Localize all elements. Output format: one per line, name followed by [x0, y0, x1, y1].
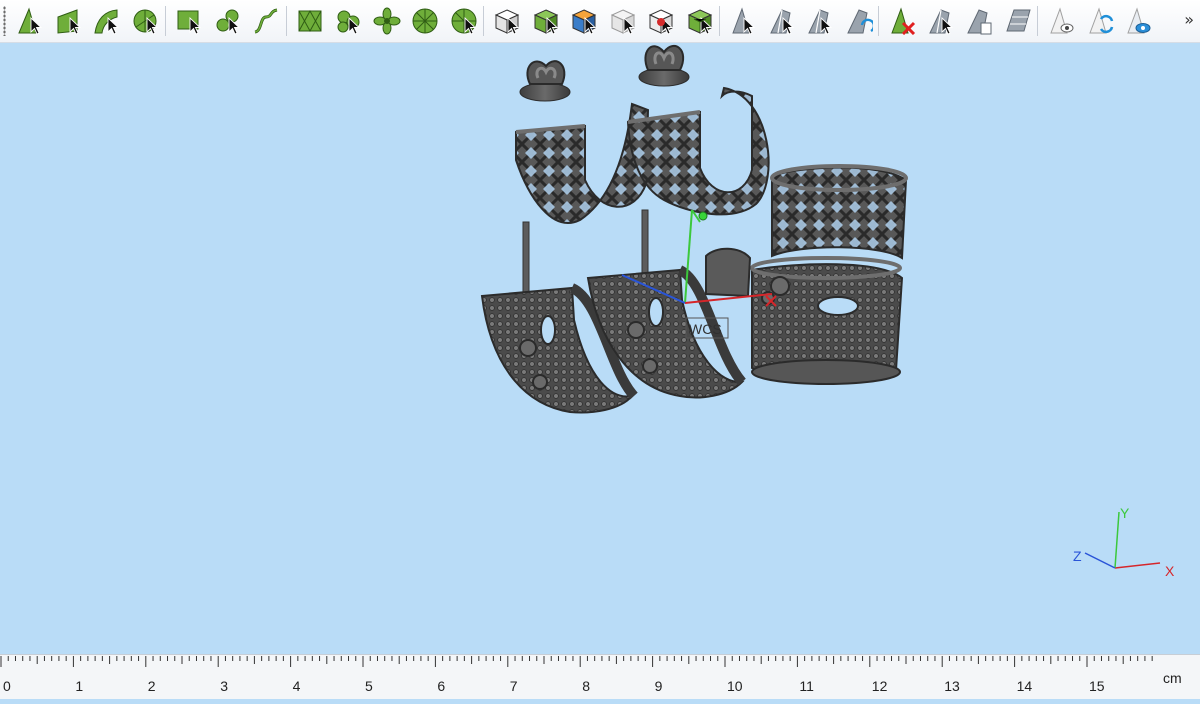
- earring-heart-right[interactable]: [638, 45, 690, 87]
- arrow-gray-icon: [732, 7, 756, 35]
- wheel-segments-button[interactable]: [409, 4, 441, 38]
- triad-y-label: Y: [1120, 505, 1130, 521]
- toolbar-separator: [483, 6, 484, 36]
- wcs-label: WCS: [689, 321, 722, 337]
- triangles-wireframe-button[interactable]: [294, 4, 326, 38]
- triangles-wireframe-icon: [298, 9, 321, 33]
- select-rectangle-button[interactable]: [173, 4, 205, 38]
- ruler-label: 6: [437, 678, 445, 694]
- wheel-half-button[interactable]: [448, 4, 480, 38]
- eye-blue-icon: [1127, 7, 1151, 34]
- measurement-ruler: 0 1 2 3 4 5 6 7 8 9 10 11 12 13 14 15 cm: [0, 654, 1200, 699]
- arrow-gray-button[interactable]: [727, 4, 759, 38]
- ruler-label: 11: [799, 678, 814, 694]
- ruler-label: 4: [293, 678, 301, 694]
- select-sketch-button[interactable]: [250, 4, 282, 38]
- axis-triad: X Y Z: [1073, 505, 1175, 579]
- eye-white-button[interactable]: [1045, 4, 1077, 38]
- ruler-label: 10: [727, 678, 743, 694]
- cube-outline-icon: [610, 9, 635, 35]
- cube-grid-icon: [687, 9, 712, 35]
- ruler-label: 2: [148, 678, 156, 694]
- toolbar-separator: [719, 6, 720, 36]
- cube-white-icon: [494, 9, 520, 35]
- cube-grid-button[interactable]: [684, 4, 716, 38]
- shard-arrow-icon: [808, 9, 833, 35]
- select-rectangle-icon: [177, 10, 202, 35]
- cube-orange-button[interactable]: [568, 4, 600, 38]
- wheel-segments-icon: [412, 8, 438, 34]
- select-section-icon: [133, 9, 158, 35]
- earring-heart-left[interactable]: [519, 60, 571, 102]
- shard-panel-button[interactable]: [1002, 4, 1034, 38]
- delete-selection-button[interactable]: [886, 4, 918, 38]
- shard-panel-icon: [1005, 9, 1031, 32]
- select-section-button[interactable]: [130, 4, 162, 38]
- shard-doc-icon: [967, 9, 992, 35]
- toolbar-separator: [165, 6, 166, 36]
- cube-green-button[interactable]: [530, 4, 562, 38]
- shard-swap-button[interactable]: [843, 4, 875, 38]
- post-right: [641, 209, 649, 275]
- shard-copy-icon: [928, 9, 953, 35]
- select-face-button[interactable]: [53, 4, 85, 38]
- toolbar-grip[interactable]: [3, 6, 6, 36]
- shard-doc-button[interactable]: [963, 4, 995, 38]
- cube-white-button[interactable]: [491, 4, 523, 38]
- shard-copy-button[interactable]: [925, 4, 957, 38]
- flower-pattern-icon: [373, 7, 400, 35]
- eye-white-icon: [1050, 7, 1074, 34]
- swap-blue-icon: [1088, 7, 1113, 34]
- select-blobs-icon: [216, 9, 240, 35]
- select-face-icon: [57, 9, 81, 35]
- delete-selection-icon: [891, 7, 916, 35]
- triad-z-label: Z: [1073, 548, 1082, 564]
- wheel-half-icon: [451, 8, 476, 35]
- shard-swap-icon: [846, 9, 873, 34]
- toolbar-separator: [1037, 6, 1038, 36]
- ruler-label: 8: [582, 678, 590, 694]
- select-surface-icon: [18, 7, 43, 35]
- cube-red-icon: [648, 9, 674, 35]
- select-clusters-button[interactable]: [332, 4, 364, 38]
- ruler-label: 12: [872, 678, 888, 694]
- shard-arrow-button[interactable]: [804, 4, 836, 38]
- shard-gray-button[interactable]: [766, 4, 798, 38]
- main-toolbar: »: [0, 0, 1200, 43]
- triad-x-label: X: [1165, 563, 1175, 579]
- lattice-half-ring-2[interactable]: [626, 86, 770, 216]
- cube-orange-icon: [571, 9, 597, 35]
- post-left: [522, 221, 530, 293]
- ruler-label: 14: [1017, 678, 1033, 694]
- 3d-viewport[interactable]: WCS X Y Z: [0, 42, 1200, 654]
- ruler-label: 15: [1089, 678, 1105, 694]
- cube-outline-button[interactable]: [607, 4, 639, 38]
- toolbar-separator: [285, 6, 287, 36]
- ruler-label: 9: [655, 678, 663, 694]
- flower-pattern-button[interactable]: [371, 4, 403, 38]
- select-clusters-icon: [337, 10, 361, 35]
- ruler-label: 7: [510, 678, 518, 694]
- shard-gray-icon: [769, 9, 794, 35]
- cube-green-icon: [533, 9, 558, 35]
- select-curve-icon: [94, 9, 120, 35]
- cube-red-button[interactable]: [645, 4, 677, 38]
- toolbar-overflow-button[interactable]: »: [1184, 10, 1194, 29]
- select-curve-button[interactable]: [91, 4, 123, 38]
- scene-canvas[interactable]: WCS X Y Z: [0, 42, 1200, 654]
- select-blobs-button[interactable]: [212, 4, 244, 38]
- eye-blue-button[interactable]: [1122, 4, 1154, 38]
- toolbar-separator: [878, 6, 879, 36]
- ruler-scale: 0 1 2 3 4 5 6 7 8 9 10 11 12 13 14 15 cm: [0, 656, 1182, 694]
- ruler-label: 0: [3, 678, 11, 694]
- ruler-unit: cm: [1163, 670, 1182, 686]
- select-surface-button[interactable]: [14, 4, 46, 38]
- select-sketch-icon: [254, 8, 278, 34]
- ruler-label: 13: [944, 678, 960, 694]
- ruler-label: 1: [75, 678, 83, 694]
- swap-blue-button[interactable]: [1084, 4, 1116, 38]
- ruler-label: 3: [220, 678, 228, 694]
- wide-lattice-ring[interactable]: [770, 164, 908, 260]
- ruler-label: 5: [365, 678, 373, 694]
